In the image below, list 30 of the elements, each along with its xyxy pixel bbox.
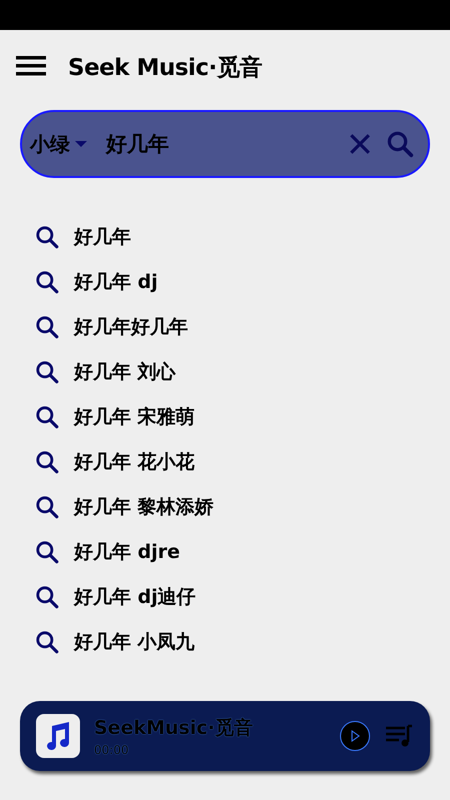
app-title: Seek Music·觅音 <box>68 54 262 82</box>
suggestion-item[interactable]: 好几年 djre <box>0 529 450 574</box>
playlist-icon <box>385 724 413 748</box>
suggestion-item[interactable]: 好几年 刘心 <box>0 349 450 394</box>
suggestion-item[interactable]: 好几年 黎林添娇 <box>0 484 450 529</box>
search-icon <box>34 224 60 250</box>
search-icon <box>34 628 60 654</box>
suggestion-item[interactable]: 好几年 宋雅萌 <box>0 394 450 439</box>
play-button[interactable] <box>340 721 370 751</box>
suggestion-item[interactable]: 好几年 <box>0 214 450 259</box>
search-icon <box>34 268 60 294</box>
suggestion-item[interactable]: 好几年 小凤九 <box>0 619 450 664</box>
search-icon <box>34 448 60 474</box>
search-icon <box>34 538 60 564</box>
search-icon <box>34 358 60 384</box>
search-icon <box>385 129 415 159</box>
play-icon <box>349 730 361 742</box>
caret-icon <box>74 139 88 149</box>
search-icon <box>34 494 60 520</box>
menu-icon <box>16 55 46 77</box>
suggestion-item[interactable]: 好几年 dj迪仔 <box>0 574 450 619</box>
search-icon <box>34 584 60 610</box>
track-title: SeekMusic·觅音 <box>94 716 254 741</box>
search-icon <box>34 314 60 340</box>
suggestion-item[interactable]: 好几年 dj <box>0 259 450 304</box>
search-icon <box>34 404 60 430</box>
track-time: 00:00 <box>94 743 130 757</box>
search-text: 好几年 <box>106 131 170 158</box>
suggestion-item[interactable]: 好几年 花小花 <box>0 439 450 484</box>
suggestion-item[interactable]: 好几年好几年 <box>0 304 450 349</box>
